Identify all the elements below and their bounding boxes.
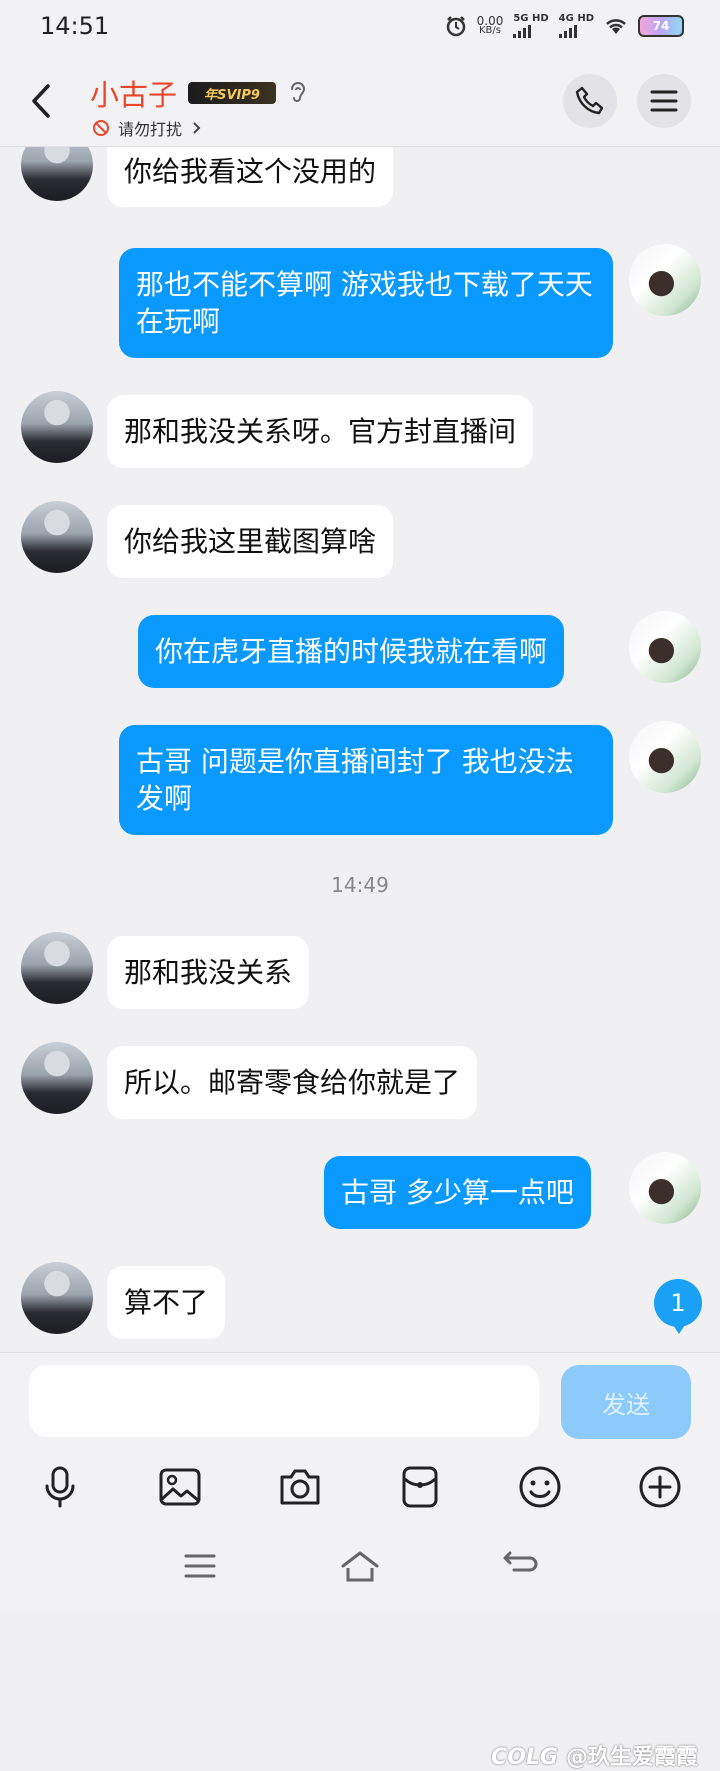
message-bubble-incoming[interactable]: 那和我没关系 <box>107 936 310 1009</box>
ear-icon[interactable] <box>286 78 310 106</box>
my-avatar[interactable] <box>629 1152 701 1224</box>
emoji-button[interactable] <box>510 1457 570 1517</box>
image-icon <box>159 1468 201 1506</box>
message-bubble-outgoing[interactable]: 古哥 多少算一点吧 <box>324 1156 591 1229</box>
voice-call-button[interactable] <box>563 74 617 128</box>
contact-avatar[interactable] <box>21 501 93 573</box>
watermark-text: @玖生爱霞霞 <box>565 1745 698 1770</box>
emoji-icon <box>519 1466 561 1508</box>
battery-level: 74 <box>652 19 670 33</box>
camera-icon <box>280 1469 320 1505</box>
phone-icon <box>575 86 604 115</box>
chevron-left-icon <box>32 84 50 118</box>
message-bubble-incoming[interactable]: 你给我看这个没用的 <box>107 147 394 207</box>
vip-badge[interactable]: 年SVIP9 <box>188 82 276 104</box>
plus-icon <box>639 1466 681 1508</box>
message-bubble-incoming[interactable]: 那和我没关系呀。官方封直播间 <box>107 395 534 468</box>
microphone-icon <box>45 1466 75 1508</box>
contact-avatar[interactable] <box>21 1042 93 1114</box>
net-speed: 0.00 KB/s <box>477 15 504 36</box>
red-packet-button[interactable] <box>390 1457 450 1517</box>
back-button[interactable] <box>22 78 62 124</box>
status-time: 14:51 <box>40 12 110 40</box>
message-bubble-incoming[interactable]: 算不了 <box>107 1266 226 1339</box>
status-bar: 14:51 0.00 KB/s 5G HD 4G HD 74 <box>0 0 720 56</box>
watermark-logo: COLG <box>491 1745 558 1770</box>
signal-bars-icon <box>513 24 548 38</box>
menu-icon <box>184 1554 216 1578</box>
message-bubble-incoming[interactable]: 所以。邮寄零食给你就是了 <box>107 1046 478 1119</box>
unread-count-badge[interactable]: 1 <box>654 1279 702 1334</box>
input-toolbar <box>0 1457 720 1517</box>
nav-menu-button[interactable] <box>175 1541 225 1591</box>
message-bubble-incoming[interactable]: 你给我这里截图算啥 <box>107 505 394 578</box>
signal-4g-label: 4G HD <box>558 13 594 24</box>
battery-icon: 74 <box>638 15 684 37</box>
menu-button[interactable] <box>637 74 691 128</box>
contact-name[interactable]: 小古子 <box>90 72 177 114</box>
message-input[interactable] <box>29 1365 539 1437</box>
home-icon <box>341 1551 379 1582</box>
status-row[interactable]: 请勿打扰 <box>92 116 202 140</box>
do-not-disturb-icon <box>93 120 109 136</box>
my-avatar[interactable] <box>629 721 701 793</box>
status-text: 请勿打扰 <box>118 120 183 139</box>
nav-back-button[interactable] <box>495 1541 545 1591</box>
input-bar: 发送 COLG @玖生爱霞霞 <box>0 1352 720 1770</box>
contact-avatar[interactable] <box>21 932 93 1004</box>
my-avatar[interactable] <box>629 244 701 316</box>
menu-icon <box>650 90 678 112</box>
camera-button[interactable] <box>270 1457 330 1517</box>
my-avatar[interactable] <box>629 611 701 683</box>
system-nav-bar: COLG @玖生爱霞霞 <box>0 1541 720 1770</box>
chat-header: 小古子 年SVIP9 请勿打扰 <box>0 56 720 147</box>
more-button[interactable] <box>630 1457 690 1517</box>
wifi-icon <box>606 19 626 34</box>
send-button[interactable]: 发送 <box>561 1365 691 1439</box>
net-speed-unit: KB/s <box>478 25 501 36</box>
signal-5g: 5G HD <box>513 13 549 38</box>
return-icon <box>503 1551 538 1572</box>
message-list[interactable]: 你给我看这个没用的 那也不能不算啊 游戏我也下载了天天在玩啊 那和我没关系呀。官… <box>0 147 720 1351</box>
image-button[interactable] <box>150 1457 210 1517</box>
watermark: COLG @玖生爱霞霞 <box>491 1739 698 1771</box>
signal-bars-icon <box>558 24 594 38</box>
message-bubble-outgoing[interactable]: 那也不能不算啊 游戏我也下载了天天在玩啊 <box>119 248 613 358</box>
status-icons: 0.00 KB/s 5G HD 4G HD 74 <box>445 14 684 38</box>
nav-home-button[interactable] <box>335 1541 385 1591</box>
chevron-right-icon <box>193 122 201 134</box>
contact-avatar[interactable] <box>21 147 93 201</box>
signal-4g: 4G HD <box>558 13 594 38</box>
message-bubble-outgoing[interactable]: 古哥 问题是你直播间封了 我也没法发啊 <box>119 725 613 835</box>
contact-avatar[interactable] <box>21 1262 93 1334</box>
red-packet-icon <box>402 1466 438 1508</box>
alarm-icon <box>446 16 465 37</box>
message-bubble-outgoing[interactable]: 你在虎牙直播的时候我就在看啊 <box>138 615 565 688</box>
contact-avatar[interactable] <box>21 391 93 463</box>
signal-5g-label: 5G HD <box>513 13 549 24</box>
microphone-button[interactable] <box>30 1457 90 1517</box>
message-timestamp: 14:49 <box>331 873 389 897</box>
